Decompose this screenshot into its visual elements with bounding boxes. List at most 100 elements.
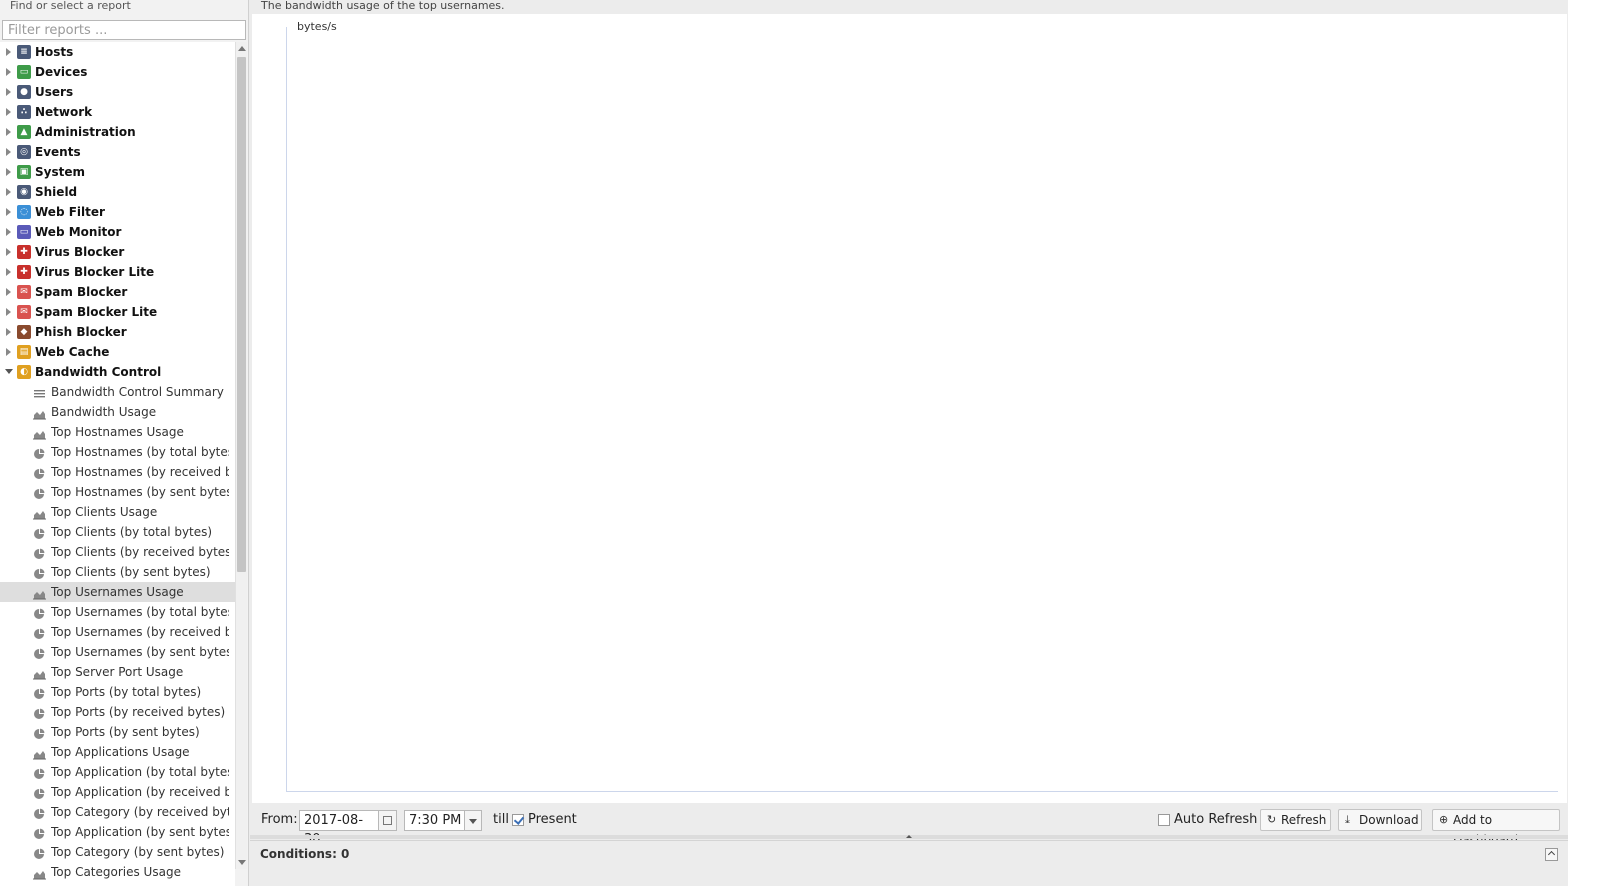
tree-report-item[interactable]: Top Category (by received bytes) bbox=[0, 802, 235, 822]
tree-category-phish-blocker[interactable]: ◆ Phish Blocker bbox=[0, 322, 235, 342]
tree-report-item[interactable]: Top Usernames Usage bbox=[0, 582, 235, 602]
tree-category-label: Users bbox=[35, 85, 74, 99]
tree-category-web-filter[interactable]: ◌ Web Filter bbox=[0, 202, 235, 222]
tree-report-item[interactable]: Top Hostnames Usage bbox=[0, 422, 235, 442]
events-icon: ◎ bbox=[17, 145, 31, 159]
collapsed-arrow-icon[interactable] bbox=[6, 208, 11, 216]
tree-report-item[interactable]: Bandwidth Usage bbox=[0, 402, 235, 422]
tree-category-devices[interactable]: ▭ Devices bbox=[0, 62, 235, 82]
tree-report-item[interactable]: Top Usernames (by total bytes) bbox=[0, 602, 235, 622]
pie-chart-icon bbox=[33, 546, 46, 559]
report-main-panel: The bandwidth usage of the top usernames… bbox=[250, 0, 1568, 886]
tree-category-spam-blocker-lite[interactable]: ✉ Spam Blocker Lite bbox=[0, 302, 235, 322]
conditions-splitter[interactable] bbox=[250, 835, 1568, 839]
scroll-up-icon[interactable] bbox=[238, 46, 246, 51]
tree-report-item[interactable]: Top Application (by total bytes) bbox=[0, 762, 235, 782]
scroll-thumb[interactable] bbox=[237, 57, 246, 572]
collapsed-arrow-icon[interactable] bbox=[6, 348, 11, 356]
collapsed-arrow-icon[interactable] bbox=[6, 88, 11, 96]
refresh-button[interactable]: ↻ Refresh bbox=[1260, 809, 1331, 831]
collapsed-arrow-icon[interactable] bbox=[6, 128, 11, 136]
from-time-field[interactable]: 7:30 PM bbox=[404, 810, 465, 831]
collapsed-arrow-icon[interactable] bbox=[6, 268, 11, 276]
web-filter-icon: ◌ bbox=[17, 205, 31, 219]
text-report-icon bbox=[33, 386, 46, 398]
tree-category-spam-blocker[interactable]: ✉ Spam Blocker bbox=[0, 282, 235, 302]
tree-report-item[interactable]: Top Server Port Usage bbox=[0, 662, 235, 682]
expand-conditions-button[interactable] bbox=[1545, 848, 1558, 861]
tree-category-shield[interactable]: ◉ Shield bbox=[0, 182, 235, 202]
scroll-down-icon[interactable] bbox=[238, 860, 246, 865]
tree-report-item[interactable]: Top Clients (by received bytes) bbox=[0, 542, 235, 562]
tree-report-item[interactable]: Top Hostnames (by total bytes) bbox=[0, 442, 235, 462]
time-dropdown-button[interactable] bbox=[465, 810, 482, 831]
tree-category-administration[interactable]: ▲ Administration bbox=[0, 122, 235, 142]
tree-report-label: Top Application (by received bytes) bbox=[51, 785, 229, 799]
pie-chart-icon bbox=[33, 766, 46, 779]
auto-refresh-checkbox[interactable] bbox=[1158, 814, 1170, 826]
tree-report-label: Top Categories Usage bbox=[51, 865, 181, 879]
collapsed-arrow-icon[interactable] bbox=[6, 48, 11, 56]
tree-category-web-monitor[interactable]: ▭ Web Monitor bbox=[0, 222, 235, 242]
tree-report-item[interactable]: Top Application (by received bytes) bbox=[0, 782, 235, 802]
shield-icon: ◉ bbox=[17, 185, 31, 199]
present-label[interactable]: Present bbox=[528, 812, 577, 827]
web-monitor-icon: ▭ bbox=[17, 225, 31, 239]
tree-report-item[interactable]: Top Ports (by total bytes) bbox=[0, 682, 235, 702]
splitter-arrow-icon[interactable] bbox=[906, 835, 912, 838]
tree-report-item[interactable]: Top Ports (by received bytes) bbox=[0, 702, 235, 722]
tree-category-users[interactable]: ● Users bbox=[0, 82, 235, 102]
collapsed-arrow-icon[interactable] bbox=[6, 168, 11, 176]
from-date-field[interactable]: 2017-08-30 bbox=[299, 810, 379, 847]
tree-report-item[interactable]: Bandwidth Control Summary bbox=[0, 382, 235, 402]
download-button-label: Download bbox=[1359, 813, 1419, 827]
tree-category-network[interactable]: ∴ Network bbox=[0, 102, 235, 122]
collapsed-arrow-icon[interactable] bbox=[6, 148, 11, 156]
tree-category-bandwidth-control[interactable]: ◐ Bandwidth Control bbox=[0, 362, 235, 382]
filter-reports-input[interactable] bbox=[2, 20, 246, 40]
tree-report-item[interactable]: Top Clients Usage bbox=[0, 502, 235, 522]
spam-blocker-lite-icon: ✉ bbox=[17, 305, 31, 319]
tree-report-item[interactable]: Top Categories Usage bbox=[0, 862, 235, 882]
tree-scrollbar[interactable] bbox=[235, 42, 247, 869]
tree-report-item[interactable]: Top Usernames (by received bytes) bbox=[0, 622, 235, 642]
tree-report-item[interactable]: Top Clients (by sent bytes) bbox=[0, 562, 235, 582]
tree-report-label: Top Hostnames (by received byte... bbox=[51, 465, 229, 479]
tree-report-item[interactable]: Top Hostnames (by received byte... bbox=[0, 462, 235, 482]
auto-refresh-label[interactable]: Auto Refresh bbox=[1174, 812, 1257, 827]
tree-report-item[interactable]: Top Application (by sent bytes) bbox=[0, 822, 235, 842]
expanded-arrow-icon[interactable] bbox=[5, 369, 13, 374]
tree-category-hosts[interactable]: ≡ Hosts bbox=[0, 42, 235, 62]
tree-category-virus-blocker-lite[interactable]: ✚ Virus Blocker Lite bbox=[0, 262, 235, 282]
refresh-icon: ↻ bbox=[1267, 813, 1277, 826]
download-button[interactable]: ⤓ Download bbox=[1338, 809, 1422, 831]
tree-category-events[interactable]: ◎ Events bbox=[0, 142, 235, 162]
tree-report-label: Top Ports (by sent bytes) bbox=[51, 725, 200, 739]
add-to-dashboard-button[interactable]: ⊕ Add to Dashboard bbox=[1432, 809, 1560, 847]
date-picker-button[interactable] bbox=[379, 810, 397, 831]
present-checkbox[interactable] bbox=[512, 814, 524, 826]
tree-report-item[interactable]: Top Hostnames (by sent bytes) bbox=[0, 482, 235, 502]
till-label: till bbox=[493, 812, 509, 827]
tree-category-system[interactable]: ▣ System bbox=[0, 162, 235, 182]
tree-report-item[interactable]: Top Category (by sent bytes) bbox=[0, 842, 235, 862]
collapsed-arrow-icon[interactable] bbox=[6, 248, 11, 256]
tree-report-item[interactable]: Top Ports (by sent bytes) bbox=[0, 722, 235, 742]
collapsed-arrow-icon[interactable] bbox=[6, 108, 11, 116]
collapsed-arrow-icon[interactable] bbox=[6, 308, 11, 316]
tree-report-item[interactable]: Top Applications Usage bbox=[0, 742, 235, 762]
collapsed-arrow-icon[interactable] bbox=[6, 288, 11, 296]
tree-report-item[interactable]: Top Usernames (by sent bytes) bbox=[0, 642, 235, 662]
collapsed-arrow-icon[interactable] bbox=[6, 328, 11, 336]
pie-chart-icon bbox=[33, 806, 46, 819]
collapsed-arrow-icon[interactable] bbox=[6, 228, 11, 236]
tree-category-web-cache[interactable]: ▤ Web Cache bbox=[0, 342, 235, 362]
pie-chart-icon bbox=[33, 826, 46, 839]
pie-chart-icon bbox=[33, 446, 46, 459]
tree-category-virus-blocker[interactable]: ✚ Virus Blocker bbox=[0, 242, 235, 262]
tree-report-item[interactable]: Top Clients (by total bytes) bbox=[0, 522, 235, 542]
pie-chart-icon bbox=[33, 626, 46, 639]
tree-report-label: Top Clients (by total bytes) bbox=[51, 525, 213, 539]
collapsed-arrow-icon[interactable] bbox=[6, 68, 11, 76]
collapsed-arrow-icon[interactable] bbox=[6, 188, 11, 196]
